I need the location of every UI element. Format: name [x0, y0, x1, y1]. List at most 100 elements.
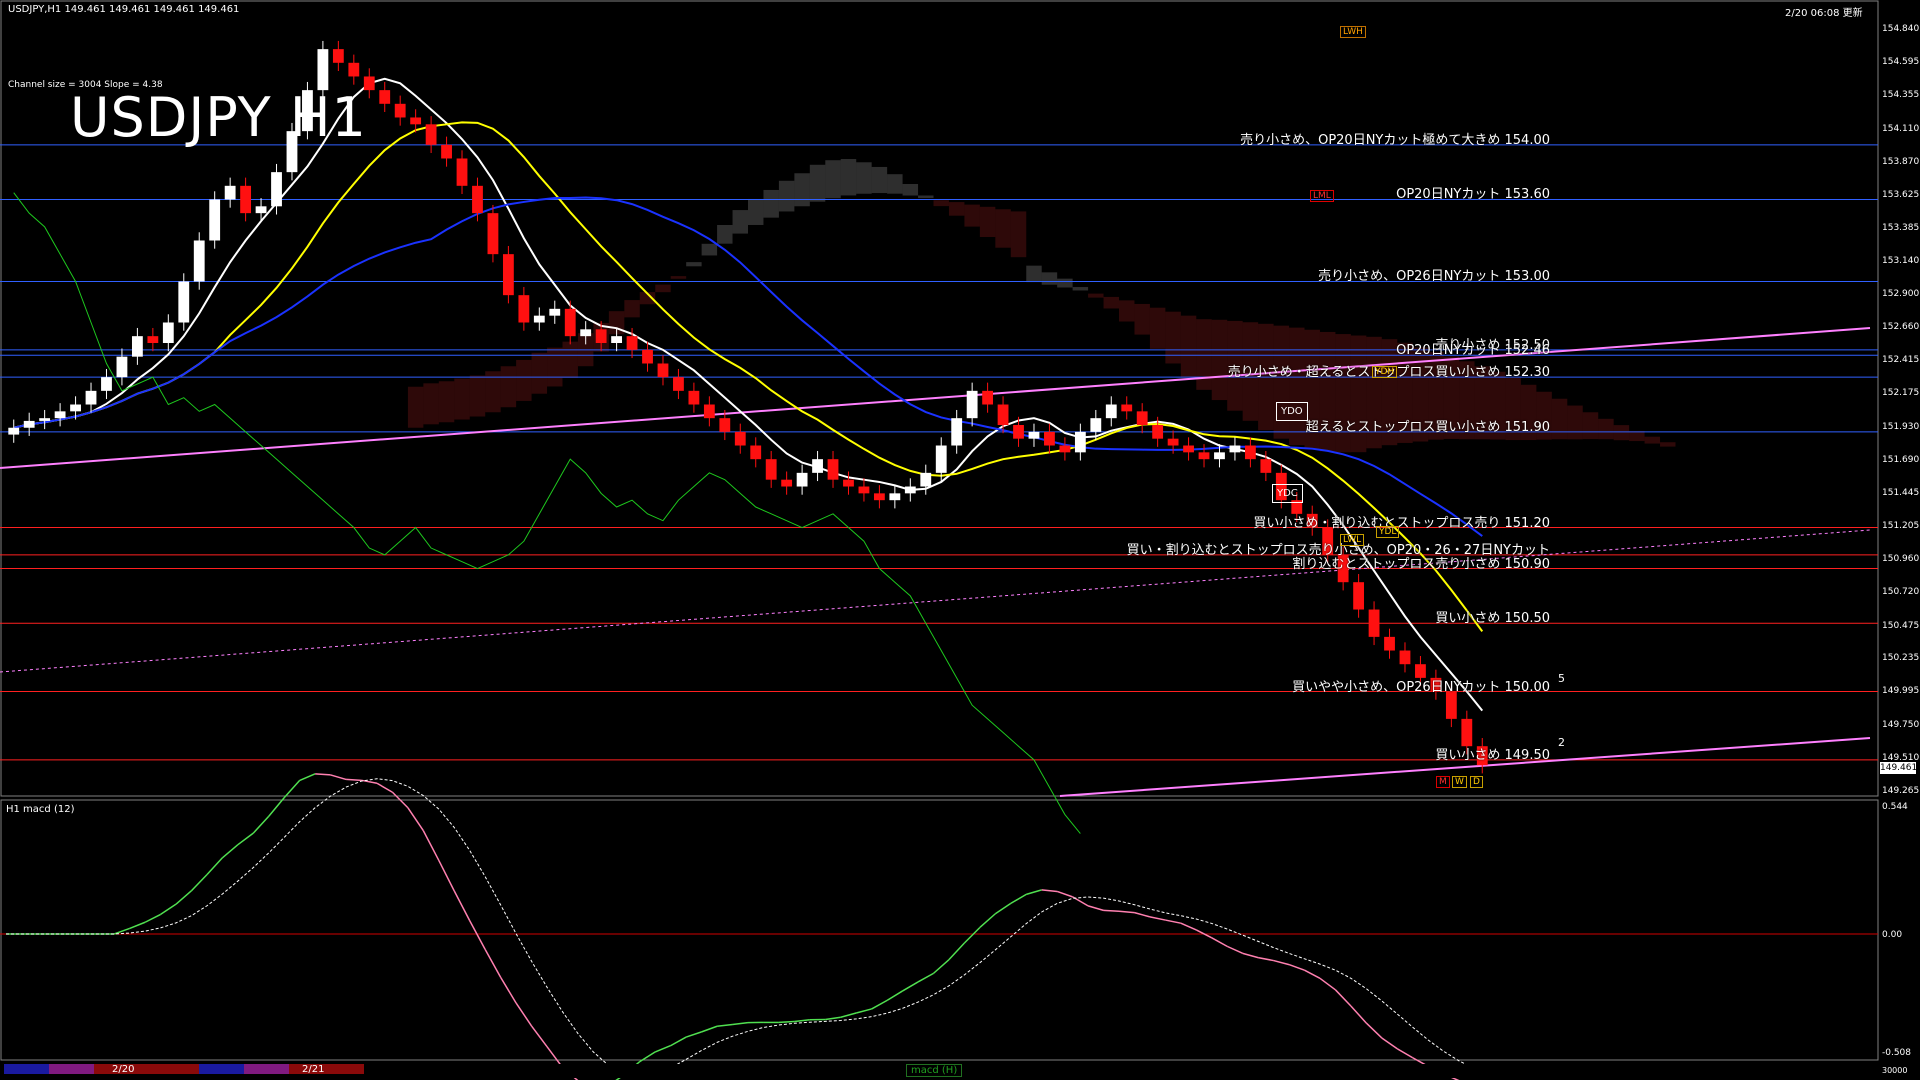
tag-ydc: YDC: [1272, 484, 1303, 503]
candle-body: [626, 336, 638, 350]
macd-lines: [0, 773, 1878, 1080]
macd-top: 0.544: [1882, 802, 1908, 812]
candle-body: [920, 472, 932, 487]
cloud-segment: [1088, 293, 1104, 298]
candle-body: [719, 418, 731, 432]
macd-segment: [346, 778, 362, 782]
macd-segment: [654, 1044, 671, 1053]
price-tick: 150.235: [1882, 653, 1920, 664]
candle-body: [827, 459, 839, 480]
candle-body: [518, 295, 530, 323]
macd-segment: [190, 874, 208, 892]
cloud-segment: [1211, 319, 1228, 401]
price-tick: 154.595: [1882, 57, 1920, 68]
cloud-segment: [1582, 412, 1599, 440]
macd-segment: [144, 913, 161, 923]
macd-segment: [361, 779, 378, 784]
candle-body: [193, 240, 205, 282]
candle-body: [688, 390, 700, 405]
macd-segment: [1396, 1048, 1414, 1059]
macd-segment: [500, 977, 517, 1004]
macd-segment: [175, 890, 192, 905]
candle-body: [564, 308, 576, 337]
candle-body: [425, 124, 437, 145]
price-tick: 150.475: [1882, 620, 1920, 631]
price-tick: 152.900: [1882, 289, 1920, 300]
macd-segment: [438, 860, 455, 892]
candle-body: [1121, 404, 1133, 412]
trend-line-upper: [0, 327, 1871, 469]
candle-body: [611, 336, 623, 344]
cloud-segment: [918, 195, 934, 199]
chikou-span-line: [13, 192, 1081, 834]
indicator-tab[interactable]: macd (H): [906, 1064, 963, 1077]
date-label-2: 2/21: [302, 1064, 325, 1075]
candle-body: [379, 90, 391, 104]
candle-body: [1260, 459, 1272, 473]
cloud-segment: [809, 164, 826, 202]
price-tick: 153.385: [1882, 222, 1920, 233]
candle-body: [1074, 431, 1086, 453]
cloud-segment: [933, 200, 949, 207]
candle-body: [1090, 418, 1102, 432]
candle-body: [750, 445, 762, 460]
candle-body: [873, 493, 885, 501]
cloud-segment: [655, 284, 671, 293]
cloud-segment: [547, 347, 563, 387]
macd-segment: [376, 782, 393, 793]
cloud-segment: [454, 378, 470, 420]
candle-body: [1399, 650, 1411, 665]
candle-body: [1353, 582, 1365, 610]
macd-segment: [1381, 1037, 1398, 1050]
cloud-segment: [871, 166, 888, 194]
macd-segment: [422, 830, 440, 861]
macd-segment: [484, 949, 502, 978]
macd-label: H1 macd (12): [6, 804, 75, 815]
candle-body: [580, 329, 592, 337]
price-tick: 149.510: [1882, 752, 1920, 763]
cloud-segment: [1026, 265, 1042, 283]
candle-body: [54, 411, 66, 419]
cloud-segment: [686, 262, 702, 267]
cloud-segment: [948, 202, 965, 216]
macd-segment: [670, 1036, 687, 1047]
candle-body: [147, 336, 159, 344]
macd-segment: [252, 815, 270, 834]
candle-body: [441, 144, 452, 159]
tag-lwh: LWH: [1340, 26, 1366, 38]
cloud-segment: [825, 160, 841, 199]
candle-body: [997, 404, 1009, 426]
candle-body: [595, 329, 607, 344]
macd-segment: [1149, 916, 1166, 921]
macd-segment: [871, 999, 888, 1010]
session-europe-2: [244, 1064, 289, 1074]
cloud-segment: [1057, 278, 1073, 288]
candle-body: [178, 281, 190, 323]
candle-body: [1244, 445, 1256, 460]
candle-body: [456, 158, 468, 186]
date-label-1: 2/20: [112, 1064, 135, 1075]
time-axis: 2/20 2/21 macd (H): [0, 1064, 1880, 1078]
candle-body: [642, 349, 653, 364]
price-tick: 150.720: [1882, 587, 1920, 598]
tag-lwl: LWL: [1340, 534, 1365, 546]
candle-body: [765, 459, 777, 480]
candle-body: [348, 62, 360, 77]
candle-body: [781, 479, 793, 487]
level-label: 買い小さめ・割り込むとストップロス売り 151.20: [1253, 515, 1550, 531]
candle-body: [255, 206, 267, 214]
candle-body: [703, 404, 715, 419]
macd-segment: [1026, 889, 1042, 896]
tag-ydl: YDL: [1376, 526, 1400, 538]
macd-signal-line: [6, 778, 1475, 1077]
macd-segment: [530, 1025, 548, 1048]
macd-segment: [979, 913, 996, 929]
macd-segment: [948, 942, 965, 961]
candle-body: [673, 377, 684, 391]
price-tick: 149.750: [1882, 719, 1920, 730]
candle-body: [1368, 609, 1380, 637]
price-tick: 151.445: [1882, 488, 1920, 499]
macd-segment: [237, 832, 254, 846]
candle-body: [1136, 411, 1148, 426]
candle-body: [1198, 452, 1210, 460]
